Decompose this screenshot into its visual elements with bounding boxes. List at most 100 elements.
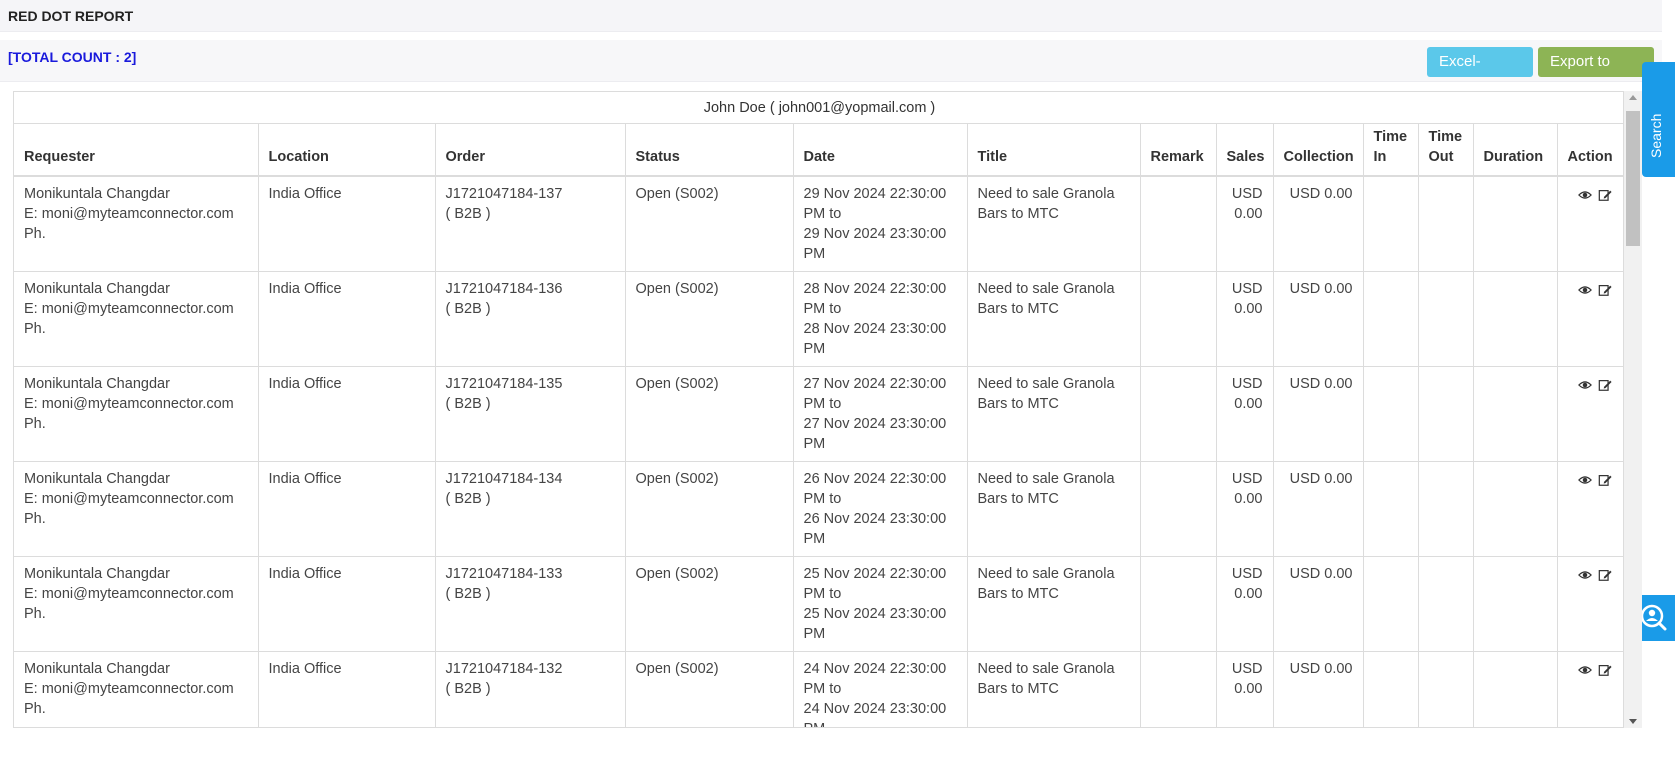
requester-email: E: moni@myteamconnector.com bbox=[24, 206, 234, 222]
edit-icon[interactable] bbox=[1598, 473, 1612, 487]
order-type: ( B2B ) bbox=[445, 206, 491, 222]
row-actions bbox=[1568, 469, 1615, 487]
order-cell: J1721047184-135 ( B2B ) bbox=[435, 366, 626, 462]
edit-icon[interactable] bbox=[1598, 283, 1612, 297]
date-from: 27 Nov 2024 22:30:00 PM to bbox=[803, 376, 947, 412]
date-to: 25 Nov 2024 23:30:00 PM bbox=[803, 606, 947, 642]
requester-name: Monikuntala Changdar bbox=[24, 661, 170, 677]
edit-icon[interactable] bbox=[1598, 663, 1612, 677]
status-cell: Open (S002) bbox=[625, 271, 794, 367]
requester-email: E: moni@myteamconnector.com bbox=[24, 586, 234, 602]
action-cell bbox=[1557, 556, 1623, 652]
requester-email: E: moni@myteamconnector.com bbox=[24, 301, 234, 317]
excel-export-button[interactable]: Excel-Export bbox=[1427, 47, 1533, 100]
requester-email: E: moni@myteamconnector.com bbox=[24, 681, 234, 697]
time-out-cell bbox=[1418, 366, 1474, 462]
requester-name: Monikuntala Changdar bbox=[24, 186, 170, 202]
column-header-time-out: Time Out bbox=[1418, 124, 1474, 177]
action-cell bbox=[1557, 651, 1623, 727]
date-cell: 25 Nov 2024 22:30:00 PM to 25 Nov 2024 23… bbox=[793, 556, 968, 652]
sales-cell: USD 0.00 bbox=[1216, 271, 1274, 367]
edit-icon[interactable] bbox=[1598, 188, 1612, 202]
row-actions bbox=[1568, 184, 1615, 202]
order-cell: J1721047184-136 ( B2B ) bbox=[435, 271, 626, 367]
report-table-container: John Doe ( john001@yopmail.com ) Request… bbox=[13, 91, 1624, 728]
scroll-thumb[interactable] bbox=[1626, 111, 1640, 246]
table-row: Monikuntala Changdar E: moni@myteamconnec… bbox=[14, 461, 1623, 557]
collection-cell: USD 0.00 bbox=[1273, 176, 1364, 272]
edit-icon[interactable] bbox=[1598, 568, 1612, 582]
time-out-cell bbox=[1418, 176, 1474, 272]
action-cell bbox=[1557, 366, 1623, 462]
requester-cell: Monikuntala Changdar E: moni@myteamconnec… bbox=[14, 366, 259, 462]
location-cell: India Office bbox=[258, 651, 436, 727]
requester-email: E: moni@myteamconnector.com bbox=[24, 491, 234, 507]
requester-cell: Monikuntala Changdar E: moni@myteamconnec… bbox=[14, 556, 259, 652]
count-bar: [TOTAL COUNT : 2] bbox=[0, 40, 1662, 82]
scroll-down-arrow[interactable] bbox=[1629, 719, 1637, 724]
table-header-row: Requester Location Order Status Date Title Rem… bbox=[14, 124, 1623, 177]
time-out-cell bbox=[1418, 556, 1474, 652]
eye-icon[interactable] bbox=[1577, 378, 1592, 392]
date-from: 26 Nov 2024 22:30:00 PM to bbox=[803, 471, 947, 507]
duration-cell bbox=[1473, 271, 1558, 367]
edit-icon[interactable] bbox=[1598, 378, 1612, 392]
location-cell: India Office bbox=[258, 366, 436, 462]
page-title: RED DOT REPORT bbox=[8, 8, 134, 24]
requester-cell: Monikuntala Changdar E: moni@myteamconnec… bbox=[14, 176, 259, 272]
duration-cell bbox=[1473, 651, 1558, 727]
date-to: 29 Nov 2024 23:30:00 PM bbox=[803, 226, 947, 262]
search-side-tab[interactable]: Search bbox=[1642, 62, 1675, 177]
location-cell: India Office bbox=[258, 461, 436, 557]
eye-icon[interactable] bbox=[1577, 188, 1592, 202]
order-number: J1721047184-135 bbox=[445, 376, 563, 392]
sales-cell: USD 0.00 bbox=[1216, 176, 1274, 272]
requester-name: Monikuntala Changdar bbox=[24, 281, 170, 297]
remark-cell bbox=[1140, 271, 1217, 367]
remark-cell bbox=[1140, 366, 1217, 462]
eye-icon[interactable] bbox=[1577, 283, 1592, 297]
collection-cell: USD 0.00 bbox=[1273, 556, 1364, 652]
duration-cell bbox=[1473, 366, 1558, 462]
total-count: [TOTAL COUNT : 2] bbox=[8, 49, 137, 65]
requester-cell: Monikuntala Changdar E: moni@myteamconnec… bbox=[14, 461, 259, 557]
order-type: ( B2B ) bbox=[445, 301, 491, 317]
table-row: Monikuntala Changdar E: moni@myteamconnec… bbox=[14, 651, 1623, 727]
date-from: 24 Nov 2024 22:30:00 PM to bbox=[803, 661, 947, 697]
date-cell: 24 Nov 2024 22:30:00 PM to 24 Nov 2024 23… bbox=[793, 651, 968, 727]
eye-icon[interactable] bbox=[1577, 568, 1592, 582]
export-pdf-button[interactable]: Export to PDF bbox=[1538, 47, 1654, 100]
status-cell: Open (S002) bbox=[625, 366, 794, 462]
scroll-up-arrow[interactable] bbox=[1629, 95, 1637, 100]
table-scrollbar[interactable] bbox=[1624, 91, 1642, 728]
eye-icon[interactable] bbox=[1577, 663, 1592, 677]
remark-cell bbox=[1140, 651, 1217, 727]
column-header-action: Action bbox=[1557, 124, 1623, 177]
requester-phone: Ph. bbox=[24, 606, 46, 622]
requester-name: Monikuntala Changdar bbox=[24, 471, 170, 487]
title-cell: Need to sale Granola Bars to MTC bbox=[967, 366, 1141, 462]
requester-cell: Monikuntala Changdar E: moni@myteamconnec… bbox=[14, 271, 259, 367]
action-cell bbox=[1557, 461, 1623, 557]
order-number: J1721047184-134 bbox=[445, 471, 563, 487]
order-cell: J1721047184-134 ( B2B ) bbox=[435, 461, 626, 557]
column-header-date: Date bbox=[793, 124, 968, 177]
duration-cell bbox=[1473, 176, 1558, 272]
requester-phone: Ph. bbox=[24, 511, 46, 527]
sales-cell: USD 0.00 bbox=[1216, 556, 1274, 652]
order-cell: J1721047184-133 ( B2B ) bbox=[435, 556, 626, 652]
location-cell: India Office bbox=[258, 556, 436, 652]
column-header-title: Title bbox=[967, 124, 1141, 177]
action-cell bbox=[1557, 176, 1623, 272]
collection-cell: USD 0.00 bbox=[1273, 651, 1364, 727]
date-from: 28 Nov 2024 22:30:00 PM to bbox=[803, 281, 947, 317]
status-cell: Open (S002) bbox=[625, 556, 794, 652]
column-header-sales: Sales bbox=[1216, 124, 1274, 177]
order-cell: J1721047184-132 ( B2B ) bbox=[435, 651, 626, 727]
order-type: ( B2B ) bbox=[445, 491, 491, 507]
location-cell: India Office bbox=[258, 271, 436, 367]
remark-cell bbox=[1140, 556, 1217, 652]
report-table: Requester Location Order Status Date Title Rem… bbox=[14, 124, 1623, 727]
eye-icon[interactable] bbox=[1577, 473, 1592, 487]
requester-phone: Ph. bbox=[24, 416, 46, 432]
